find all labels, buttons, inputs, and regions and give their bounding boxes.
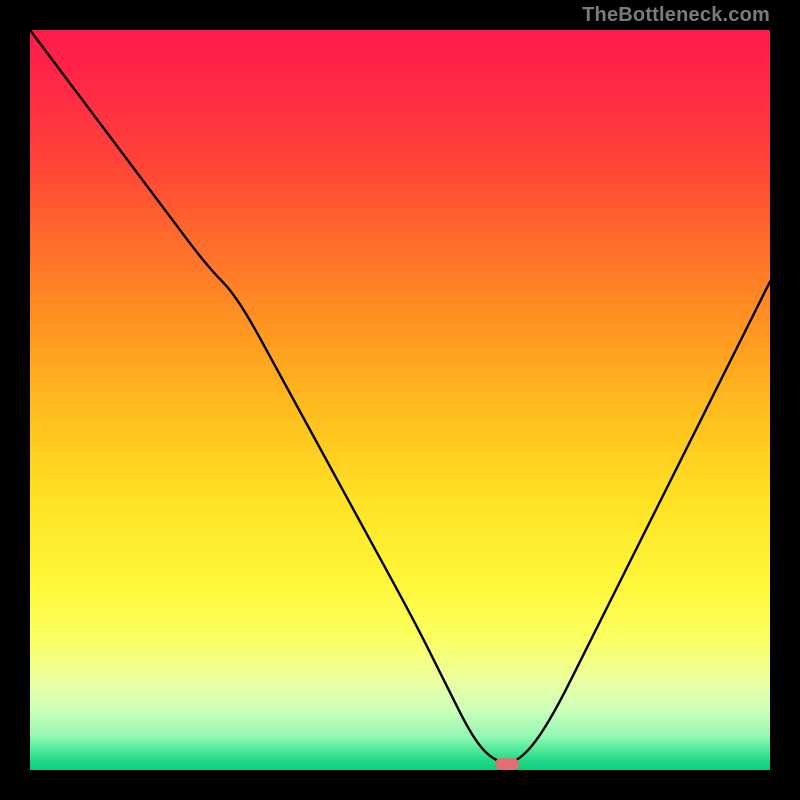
optimum-marker [495, 758, 519, 770]
watermark-text: TheBottleneck.com [582, 4, 770, 27]
chart-frame: TheBottleneck.com [0, 0, 800, 800]
plot-area [30, 30, 770, 770]
bottleneck-curve [30, 30, 770, 770]
